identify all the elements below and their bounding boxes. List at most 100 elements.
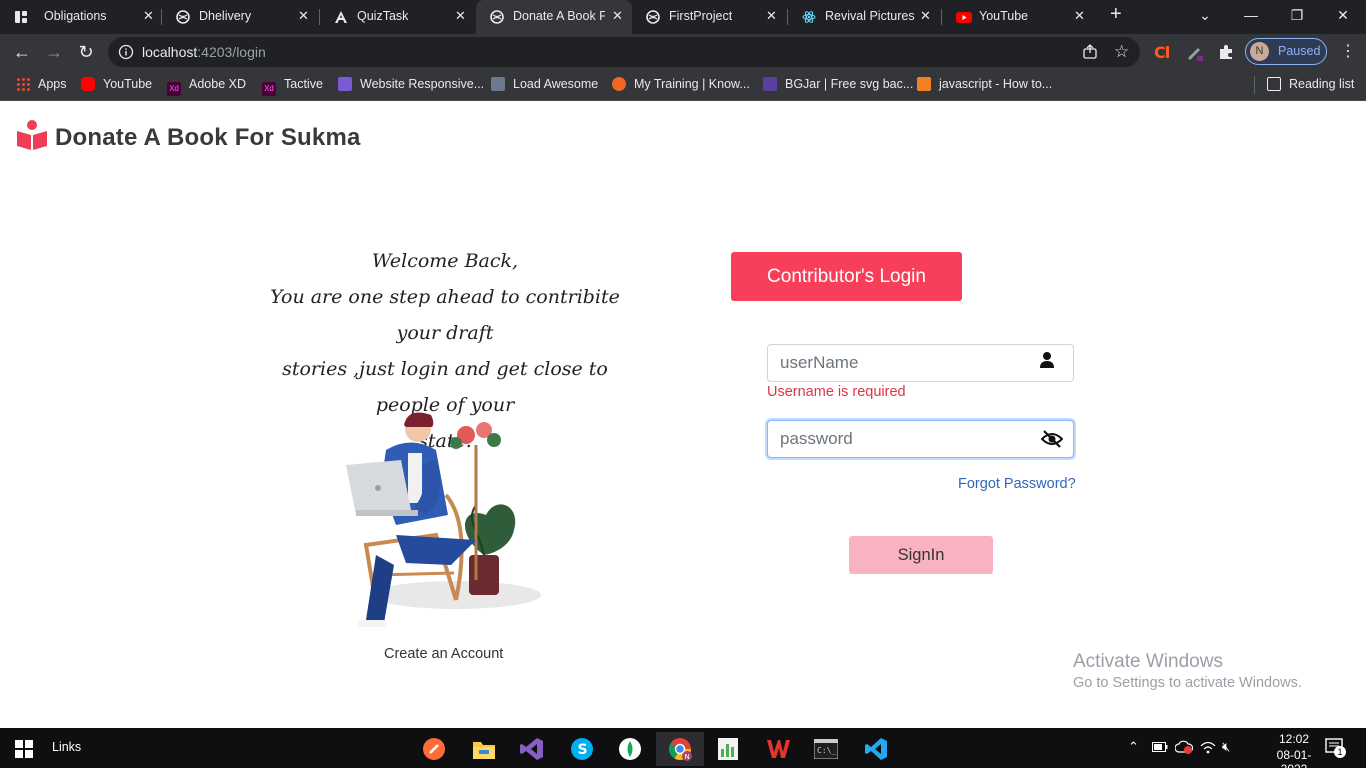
close-tab-icon[interactable]: ✕ — [920, 8, 931, 24]
react-icon — [802, 10, 816, 24]
username-field[interactable] — [767, 344, 1074, 382]
tab-title: FirstProject — [669, 9, 733, 23]
svg-text:C:\_: C:\_ — [817, 746, 836, 755]
bookmark-tactive[interactable]: Xd Tactive — [262, 70, 323, 100]
welcome-line: Welcome Back, — [371, 250, 519, 272]
tab-revival-pictures[interactable]: Revival Pictures ✕ — [788, 0, 942, 34]
tab-title: Dhelivery — [199, 9, 252, 23]
notification-count: 1 — [1334, 746, 1346, 758]
chevron-up-icon[interactable]: ⌃ — [1128, 739, 1139, 755]
bookmark-youtube[interactable]: YouTube — [81, 70, 152, 100]
wifi-icon[interactable] — [1200, 740, 1216, 757]
forward-icon[interactable]: → — [42, 40, 66, 64]
browser-tab-strip: Obligations ✕ Dhelivery ✕ QuizTask ✕ Don… — [0, 0, 1366, 34]
close-window-icon[interactable]: ✕ — [1320, 0, 1366, 30]
taskbar-mongodb-compass-icon[interactable] — [606, 732, 654, 766]
bookmark-stackoverflow[interactable]: javascript - How to... — [917, 70, 1052, 100]
notifications-icon[interactable]: 1 — [1325, 738, 1346, 759]
cloud-sync-icon[interactable] — [1174, 740, 1194, 757]
brand-title: Donate A Book For Sukma — [55, 123, 361, 151]
extensions-puzzle-icon[interactable] — [1218, 43, 1236, 66]
bookmark-adobe-xd[interactable]: Xd Adobe XD — [167, 70, 246, 100]
adobe-xd-icon: Xd — [262, 82, 276, 96]
signin-button[interactable]: SignIn — [849, 536, 993, 574]
close-tab-icon[interactable]: ✕ — [298, 8, 309, 24]
username-input[interactable] — [768, 345, 1052, 381]
username-error: Username is required — [767, 384, 906, 400]
globe-icon — [176, 10, 190, 24]
activate-subtitle: Go to Settings to activate Windows. — [1073, 675, 1302, 691]
brand[interactable]: Donate A Book For Sukma — [16, 119, 361, 156]
links-toolbar[interactable]: Links — [52, 740, 81, 754]
clock-date: 08-01-2022 — [1276, 748, 1312, 776]
tab-obligations[interactable]: Obligations ✕ — [0, 0, 162, 34]
info-icon[interactable] — [118, 44, 134, 65]
avatar: N — [1250, 42, 1269, 61]
pen-extension-icon[interactable] — [1185, 43, 1205, 68]
stackoverflow-icon — [917, 77, 931, 91]
taskbar-charts-app-icon[interactable] — [704, 732, 752, 766]
battery-icon[interactable] — [1152, 741, 1168, 756]
bookmark-bgjar[interactable]: BGJar | Free svg bac... — [763, 70, 913, 100]
tab-firstproject[interactable]: FirstProject ✕ — [632, 0, 788, 34]
angular-icon — [334, 10, 348, 24]
password-input[interactable] — [768, 421, 1052, 457]
close-tab-icon[interactable]: ✕ — [612, 8, 623, 24]
profile-button[interactable]: N Paused — [1245, 38, 1327, 65]
tab-donate-a-book[interactable]: Donate A Book F ✕ — [476, 0, 632, 34]
book-reader-logo-icon — [16, 119, 48, 156]
bookmark-load-awesome[interactable]: Load Awesome — [491, 70, 598, 100]
taskbar-chrome-icon[interactable]: N — [656, 732, 704, 766]
tab-youtube[interactable]: YouTube ✕ — [942, 0, 1098, 34]
taskbar-file-explorer-icon[interactable] — [460, 732, 508, 766]
load-awesome-icon — [491, 77, 505, 91]
reading-list[interactable]: Reading list — [1267, 70, 1354, 100]
restore-icon[interactable]: ❐ — [1274, 0, 1320, 30]
clock[interactable]: 12:02 08-01-2022 — [1264, 732, 1324, 776]
taskbar-postman-icon[interactable] — [410, 732, 458, 766]
responsive-icon — [338, 77, 352, 91]
bookmark-star-icon[interactable]: ☆ — [1114, 42, 1129, 62]
bgjar-icon — [763, 77, 777, 91]
tab-quiztask[interactable]: QuizTask ✕ — [320, 0, 476, 34]
reload-icon[interactable]: ↻ — [74, 40, 98, 64]
page-content: Donate A Book For Sukma Welcome Back, Yo… — [0, 101, 1366, 728]
windows-start-icon[interactable] — [15, 740, 33, 763]
taskbar-terminal-icon[interactable]: C:\_ — [802, 732, 850, 766]
share-icon[interactable] — [1082, 44, 1098, 65]
bookmark-my-training[interactable]: My Training | Know... — [612, 70, 750, 100]
close-tab-icon[interactable]: ✕ — [1074, 8, 1085, 24]
volume-muted-icon[interactable]: 🔇︎ — [1222, 739, 1230, 755]
youtube-icon — [956, 10, 972, 24]
obligations-icon — [14, 10, 28, 24]
reading-list-icon — [1267, 77, 1281, 91]
taskbar-skype-icon[interactable]: S — [558, 732, 606, 766]
bookmark-website-responsive[interactable]: Website Responsive... — [338, 70, 484, 100]
taskbar-wps-office-icon[interactable] — [754, 732, 802, 766]
minimize-icon[interactable]: — — [1228, 0, 1274, 30]
address-bar[interactable]: localhost:4203/login ☆ — [108, 37, 1140, 67]
close-tab-icon[interactable]: ✕ — [455, 8, 466, 24]
eye-slash-icon[interactable] — [1040, 429, 1064, 449]
tab-dhelivery[interactable]: Dhelivery ✕ — [162, 0, 320, 34]
apps-grid-icon — [16, 77, 30, 91]
back-icon[interactable]: ← — [10, 40, 34, 64]
tab-title: Donate A Book F — [513, 9, 605, 23]
close-tab-icon[interactable]: ✕ — [143, 8, 154, 24]
globe-icon — [646, 10, 660, 24]
password-field[interactable] — [767, 420, 1074, 458]
menu-kebab-icon[interactable]: ⋮ — [1336, 40, 1360, 64]
create-account-link[interactable]: Create an Account — [384, 646, 503, 662]
forgot-password-link[interactable]: Forgot Password? — [958, 476, 1076, 492]
activate-windows-watermark: Activate Windows Go to Settings to activ… — [1073, 651, 1302, 691]
close-tab-icon[interactable]: ✕ — [766, 8, 777, 24]
url-text: localhost:4203/login — [142, 44, 266, 60]
extension-c-icon[interactable]: C — [1153, 43, 1171, 66]
taskbar-vscode-icon[interactable] — [852, 732, 900, 766]
browser-toolbar: ← → ↻ localhost:4203/login ☆ C N Paused … — [0, 34, 1366, 70]
taskbar-visual-studio-icon[interactable] — [508, 732, 556, 766]
new-tab-button[interactable]: + — [1104, 0, 1134, 34]
tab-search-icon[interactable]: ⌄ — [1182, 0, 1228, 30]
bookmark-apps[interactable]: Apps — [16, 70, 67, 100]
welcome-line: You are one step ahead to contribite you… — [270, 286, 620, 344]
